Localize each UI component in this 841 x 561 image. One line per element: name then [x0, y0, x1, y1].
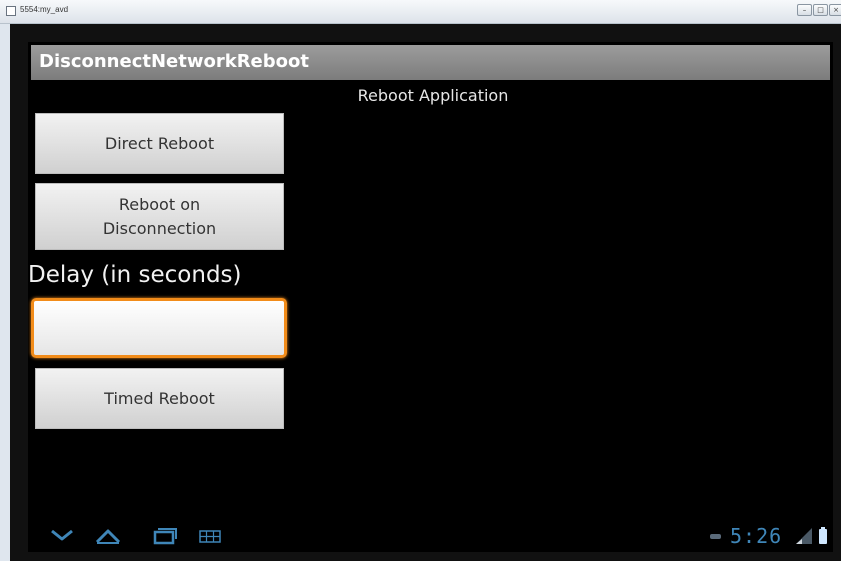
- minimize-button[interactable]: –: [797, 4, 812, 16]
- reboot-on-disconnection-label-line1: Reboot on: [118, 194, 201, 214]
- app-title: DisconnectNetworkReboot: [39, 51, 309, 72]
- signal-icon: [796, 528, 812, 544]
- timed-reboot-button[interactable]: Timed Reboot: [35, 368, 284, 429]
- system-navigation-bar: 5:26: [28, 520, 833, 552]
- window-app-icon: [6, 6, 16, 16]
- maximize-button[interactable]: □: [813, 4, 828, 16]
- home-icon[interactable]: [88, 520, 128, 552]
- reboot-on-disconnection-button[interactable]: Reboot on Disconnection: [35, 183, 284, 250]
- recent-apps-icon[interactable]: [144, 520, 184, 552]
- direct-reboot-button[interactable]: Direct Reboot: [35, 113, 284, 174]
- action-bar: DisconnectNetworkReboot: [31, 45, 830, 80]
- reboot-on-disconnection-label-line2: Disconnection: [102, 218, 217, 238]
- menu-icon[interactable]: [190, 520, 230, 552]
- timed-reboot-label: Timed Reboot: [104, 388, 215, 408]
- device-bezel: DisconnectNetworkReboot Reboot Applicati…: [10, 24, 841, 561]
- sd-card-icon: [710, 534, 721, 539]
- close-button[interactable]: ×: [829, 4, 841, 16]
- battery-icon: [819, 527, 827, 544]
- page-subtitle: Reboot Application: [357, 86, 509, 105]
- delay-label: Delay (in seconds): [28, 262, 242, 288]
- back-icon[interactable]: [42, 520, 82, 552]
- window-title: 5554:my_avd: [20, 5, 69, 14]
- emulator-window: 5554:my_avd – □ × DisconnectNetworkReboo…: [0, 0, 841, 561]
- direct-reboot-label: Direct Reboot: [104, 133, 215, 153]
- status-clock: 5:26: [730, 524, 783, 548]
- reboot-on-disconnection-label: Reboot on Disconnection: [103, 193, 216, 241]
- window-titlebar: 5554:my_avd – □ ×: [0, 0, 841, 24]
- delay-input[interactable]: [31, 298, 287, 358]
- device-screen: DisconnectNetworkReboot Reboot Applicati…: [28, 42, 833, 552]
